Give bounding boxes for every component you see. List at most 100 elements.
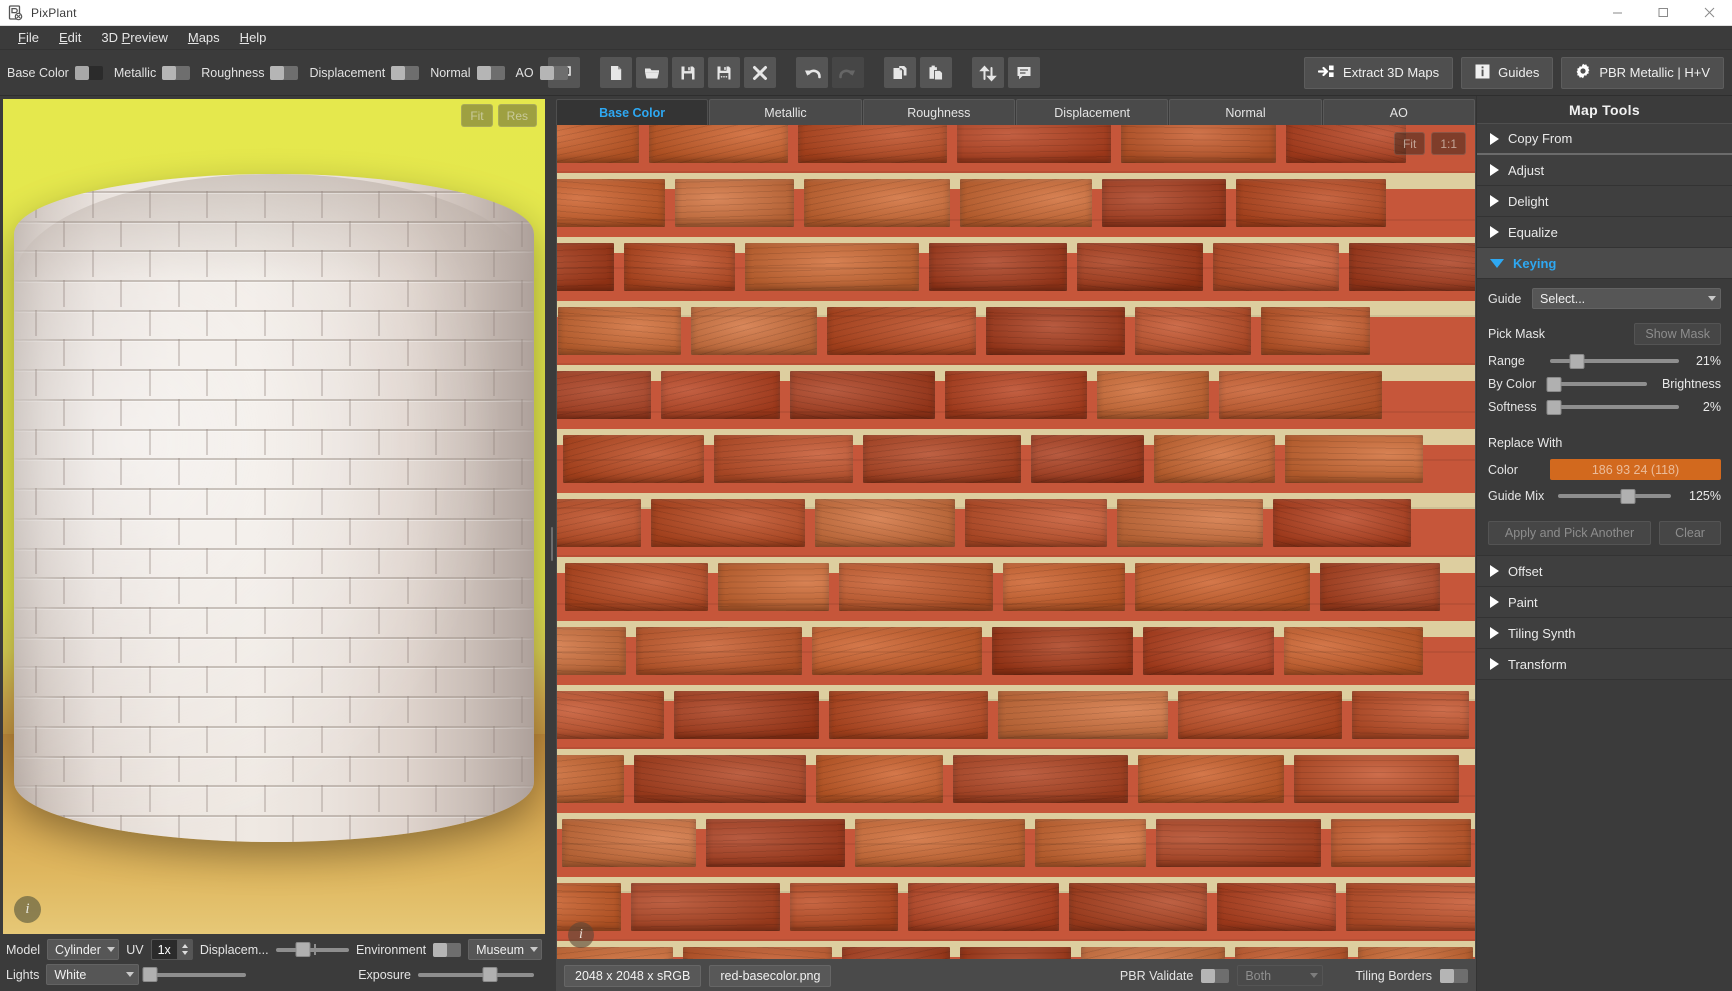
apply-and-pick-another-button[interactable]: Apply and Pick Another — [1488, 521, 1651, 545]
menu-3d-preview[interactable]: 3D Preview — [91, 27, 177, 48]
cylinder-brick-course — [13, 517, 535, 520]
displacement-switch[interactable] — [391, 65, 420, 80]
map-toggle-ao[interactable]: AO — [516, 65, 568, 80]
model-label: Model — [6, 942, 41, 957]
softness-thumb[interactable] — [1546, 399, 1562, 415]
tiling-borders-switch[interactable] — [1440, 968, 1468, 983]
preview-cylinder-model[interactable] — [13, 174, 535, 843]
normal-switch[interactable] — [476, 65, 505, 80]
maximize-icon[interactable] — [1640, 0, 1686, 26]
redo-icon[interactable] — [832, 57, 864, 88]
section-delight[interactable]: Delight — [1477, 186, 1732, 217]
preset-button[interactable]: PBR Metallic | H+V — [1561, 56, 1724, 89]
menu-file[interactable]: File — [8, 27, 49, 48]
comment-icon[interactable] — [1008, 57, 1040, 88]
lights-level-thumb[interactable] — [142, 967, 158, 982]
close-x-icon[interactable] — [744, 57, 776, 88]
tab-displacement[interactable]: Displacement — [1015, 99, 1169, 125]
section-copy-from[interactable]: Copy From — [1477, 124, 1732, 155]
chevron-right-icon — [1490, 627, 1499, 639]
map-toggle-roughness[interactable]: Roughness — [201, 65, 299, 80]
extract-3d-maps-button[interactable]: Extract 3D Maps — [1304, 56, 1454, 89]
displacement-thumb[interactable] — [295, 942, 311, 957]
texture-canvas[interactable]: Fit 1:1 i — [556, 125, 1476, 960]
tab-roughness[interactable]: Roughness — [862, 99, 1015, 125]
map-toggle-base-color[interactable]: Base Color — [7, 65, 103, 80]
canvas-info-badge[interactable]: i — [568, 922, 594, 948]
displacement-slider[interactable] — [275, 942, 349, 957]
uv-stepper-arrows[interactable] — [176, 939, 192, 960]
uv-stepper[interactable]: 1x — [150, 939, 193, 960]
image-filename: red-basecolor.png — [709, 964, 832, 987]
exposure-thumb[interactable] — [482, 967, 498, 982]
cylinder-brick-seam — [177, 398, 180, 426]
cylinder-brick-seam — [492, 607, 495, 634]
open-folder-icon[interactable] — [636, 57, 668, 88]
cylinder-brick-seam — [406, 339, 409, 367]
tab-base-color[interactable]: Base Color — [556, 99, 709, 125]
save-icon[interactable] — [672, 57, 704, 88]
section-equalize[interactable]: Equalize — [1477, 217, 1732, 248]
menu-edit[interactable]: Edit — [49, 27, 91, 48]
section-transform[interactable]: Transform — [1477, 649, 1732, 680]
map-toggle-displacement[interactable]: Displacement — [309, 65, 420, 80]
environment-switch[interactable] — [433, 942, 462, 957]
roughness-switch[interactable] — [270, 65, 299, 80]
paste-icon[interactable] — [920, 57, 952, 88]
pbr-validate-switch[interactable] — [1201, 968, 1230, 983]
brick-tile — [998, 691, 1168, 739]
canvas-oneone-button[interactable]: 1:1 — [1431, 132, 1466, 155]
metallic-switch[interactable] — [162, 65, 191, 80]
environment-select[interactable]: Museum — [468, 939, 542, 960]
section-keying[interactable]: Keying — [1477, 248, 1732, 279]
base-color-switch[interactable] — [74, 65, 103, 80]
close-icon[interactable] — [1686, 0, 1732, 26]
exposure-slider[interactable] — [418, 967, 534, 982]
new-document-icon[interactable] — [600, 57, 632, 88]
cylinder-brick-seam — [320, 607, 323, 634]
replace-color-swatch[interactable]: 186 93 24 (118) — [1550, 459, 1721, 480]
preview-res-button[interactable]: Res — [497, 104, 537, 127]
tab-ao[interactable]: AO — [1322, 99, 1475, 125]
swap-arrows-icon[interactable] — [972, 57, 1004, 88]
by-color-thumb[interactable] — [1546, 376, 1562, 392]
guide-mix-thumb[interactable] — [1620, 488, 1636, 504]
lights-level-slider[interactable] — [142, 967, 247, 982]
guide-select[interactable]: Select... — [1532, 288, 1721, 309]
menu-maps[interactable]: Maps — [178, 27, 230, 48]
clear-button[interactable]: Clear — [1659, 521, 1721, 545]
show-mask-button[interactable]: Show Mask — [1634, 323, 1721, 345]
pane-splitter[interactable] — [548, 96, 556, 991]
by-color-slider[interactable] — [1546, 376, 1647, 392]
section-paint[interactable]: Paint — [1477, 587, 1732, 618]
undo-icon[interactable] — [796, 57, 828, 88]
cylinder-brick-seam — [463, 696, 466, 723]
save-as-icon[interactable] — [708, 57, 740, 88]
range-thumb[interactable] — [1569, 353, 1585, 369]
guides-button[interactable]: Guides — [1461, 56, 1554, 89]
brick-tile — [1156, 819, 1321, 867]
section-offset[interactable]: Offset — [1477, 556, 1732, 587]
menu-help[interactable]: Help — [230, 27, 277, 48]
cylinder-brick-seam — [320, 428, 323, 456]
lights-select[interactable]: White — [46, 964, 140, 985]
range-slider[interactable] — [1550, 353, 1679, 369]
softness-slider[interactable] — [1546, 399, 1679, 415]
minimize-icon[interactable] — [1594, 0, 1640, 26]
section-adjust[interactable]: Adjust — [1477, 155, 1732, 186]
copy-icon[interactable] — [884, 57, 916, 88]
pbr-scope-select[interactable]: Both — [1237, 965, 1324, 986]
preview-fit-button[interactable]: Fit — [461, 104, 493, 127]
tab-metallic[interactable]: Metallic — [709, 99, 862, 125]
tab-normal[interactable]: Normal — [1169, 99, 1322, 125]
model-select[interactable]: Cylinder — [47, 939, 120, 960]
ao-switch[interactable] — [539, 65, 568, 80]
preview-info-badge[interactable]: i — [14, 896, 41, 923]
preview-3d-viewport[interactable]: Fit Res i — [3, 99, 545, 934]
map-toggle-normal[interactable]: Normal — [430, 65, 505, 80]
map-toggle-metallic[interactable]: Metallic — [114, 65, 191, 80]
section-tiling-synth[interactable]: Tiling Synth — [1477, 618, 1732, 649]
canvas-fit-button[interactable]: Fit — [1393, 132, 1426, 155]
guide-mix-slider[interactable] — [1558, 488, 1671, 504]
cylinder-brick-seam — [34, 785, 37, 813]
